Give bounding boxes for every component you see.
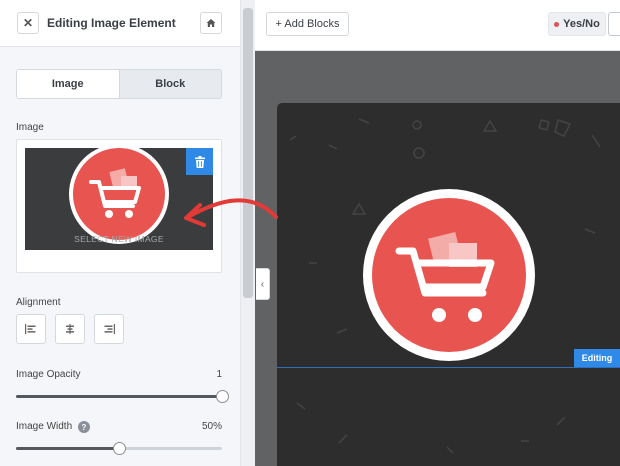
home-icon [206, 19, 216, 27]
cart-logo-image[interactable] [363, 189, 535, 361]
opacity-slider-handle[interactable] [216, 390, 229, 403]
image-width-value: 50% [201, 421, 222, 432]
image-width-label: Image Width [16, 421, 73, 432]
align-center-icon [66, 324, 74, 334]
image-label: Image [16, 122, 44, 133]
panel-title: Editing Image Element [47, 16, 176, 30]
annotation-arrow [184, 198, 278, 227]
panel-header: ✕ Editing Image Element [0, 0, 240, 47]
align-right-button[interactable] [94, 314, 124, 344]
add-blocks-button[interactable]: + Add Blocks [266, 12, 349, 36]
trash-icon [194, 155, 205, 168]
collapse-panel-button[interactable]: ‹ [256, 268, 270, 300]
opacity-slider-fill [16, 395, 222, 398]
scrollbar-thumb[interactable] [243, 8, 253, 298]
image-block-toggle: Image Block [16, 69, 222, 99]
align-center-button[interactable] [55, 314, 85, 344]
image-opacity-value: 1 [216, 369, 222, 380]
home-button[interactable] [200, 12, 222, 34]
help-icon[interactable]: ? [78, 421, 90, 433]
tab-image[interactable]: Image [17, 70, 120, 98]
image-opacity-slider[interactable] [16, 390, 229, 403]
yes-no-button[interactable]: Yes/No [548, 12, 606, 36]
close-button[interactable]: ✕ [17, 12, 39, 34]
editing-outline [277, 367, 620, 368]
width-slider-fill [16, 447, 119, 450]
align-left-button[interactable] [16, 314, 46, 344]
image-opacity-label: Image Opacity [16, 369, 81, 380]
yes-no-label: Yes/No [563, 18, 600, 30]
builder-toolbar: + Add Blocks Yes/No [255, 0, 620, 51]
delete-image-button[interactable] [186, 148, 213, 175]
width-slider-handle[interactable] [113, 442, 126, 455]
align-left-icon [25, 324, 36, 334]
close-icon: ✕ [22, 16, 34, 30]
image-width-slider[interactable] [16, 442, 222, 455]
status-dot-icon [554, 21, 560, 27]
editing-badge[interactable]: Editing [574, 349, 620, 367]
toolbar-button-partial[interactable] [608, 12, 620, 36]
align-right-icon [104, 324, 115, 334]
tab-block[interactable]: Block [119, 70, 221, 98]
alignment-label: Alignment [16, 297, 61, 308]
